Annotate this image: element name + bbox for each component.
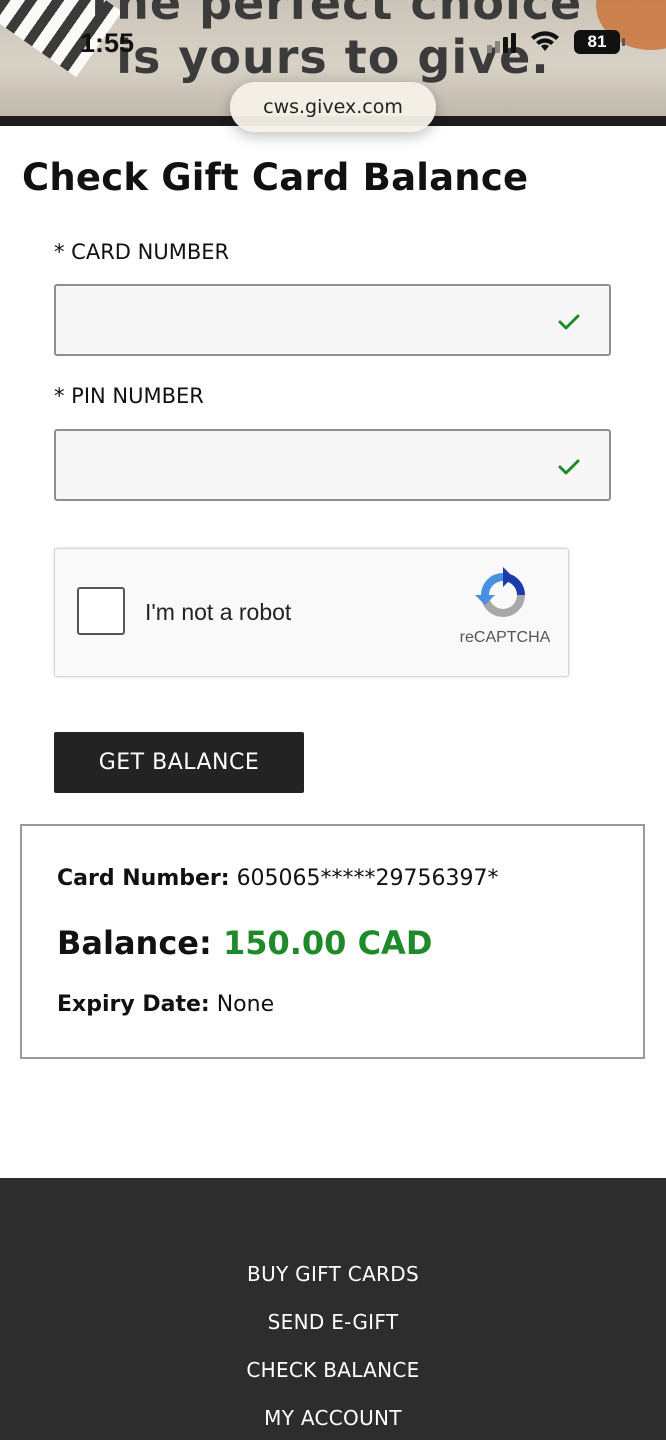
recaptcha-label: I'm not a robot <box>145 599 292 625</box>
pin-number-field[interactable] <box>54 429 611 501</box>
result-card-number-label: Card Number: <box>57 866 230 891</box>
battery-icon: 81 <box>574 30 625 54</box>
card-number-label: * CARD NUMBER <box>54 240 230 264</box>
card-number-field[interactable] <box>54 284 611 356</box>
result-expiry-label: Expiry Date: <box>57 992 210 1017</box>
card-number-input[interactable] <box>56 286 609 354</box>
pin-number-label: * PIN NUMBER <box>54 384 204 408</box>
footer-link-send-e-gift[interactable]: SEND E-GIFT <box>0 1310 666 1334</box>
result-expiry-value: None <box>216 992 275 1017</box>
result-balance-value: 150.00 CAD <box>222 924 433 962</box>
footer: BUY GIFT CARDS SEND E-GIFT CHECK BALANCE… <box>0 1178 666 1440</box>
signal-icon <box>487 31 516 53</box>
result-balance-label: Balance: <box>57 924 212 962</box>
status-icons: 81 <box>487 30 625 54</box>
result-card-number: Card Number: 605065*****29756397* <box>57 866 499 891</box>
result-expiry: Expiry Date: None <box>57 992 274 1017</box>
wifi-icon <box>531 31 559 51</box>
footer-link-buy-gift-cards[interactable]: BUY GIFT CARDS <box>0 1262 666 1286</box>
recaptcha-logo-icon <box>475 567 525 617</box>
hero-headline-line1: The perfect choice <box>83 0 583 30</box>
page-title: Check Gift Card Balance <box>22 156 529 199</box>
pin-number-input[interactable] <box>56 431 609 499</box>
browser-url-bar[interactable]: cws.givex.com <box>230 82 436 132</box>
recaptcha-widget: I'm not a robot reCAPTCHA <box>54 548 569 677</box>
result-card-number-value: 605065*****29756397* <box>236 866 499 891</box>
balance-result-panel: Card Number: 605065*****29756397* Balanc… <box>20 824 645 1059</box>
get-balance-button[interactable]: GET BALANCE <box>54 732 304 793</box>
check-icon <box>558 459 580 475</box>
recaptcha-brand: reCAPTCHA <box>459 629 551 646</box>
result-balance: Balance: 150.00 CAD <box>57 924 432 962</box>
check-icon <box>558 314 580 330</box>
footer-link-check-balance[interactable]: CHECK BALANCE <box>0 1358 666 1382</box>
recaptcha-checkbox[interactable] <box>77 587 125 635</box>
footer-link-my-account[interactable]: MY ACCOUNT <box>0 1406 666 1430</box>
status-time: 1:55 <box>80 28 135 58</box>
